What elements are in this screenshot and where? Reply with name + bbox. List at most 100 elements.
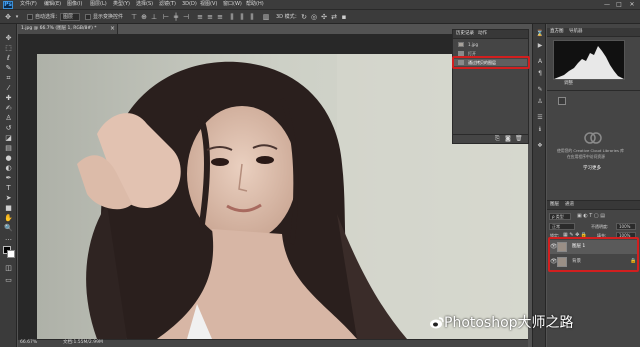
clone-source-icon[interactable]: ♙ [536, 98, 544, 106]
brush-icon[interactable]: ✍ [4, 104, 13, 113]
trash-icon[interactable]: 🗑 [515, 136, 523, 142]
tab-navigator[interactable]: 导航器 [569, 29, 583, 35]
show-transform-checkbox[interactable] [85, 14, 91, 20]
history-panel-icon[interactable]: ⌛ [536, 30, 544, 38]
dodge-icon[interactable]: ◐ [4, 164, 13, 173]
menu-filter[interactable]: 滤镜(T) [159, 2, 176, 7]
menu-help[interactable]: 帮助(H) [246, 2, 264, 7]
lasso-icon[interactable]: ℓ [4, 54, 13, 63]
history-snapshot-row[interactable]: 1.jpg [454, 41, 527, 48]
3d-roll-icon[interactable]: ◎ [310, 13, 318, 21]
info-icon[interactable]: ℹ [536, 126, 544, 134]
mode-3d-label: 3D 模式： [276, 14, 300, 20]
document-tab-title: 1.jpg @ 66.7% (图层 1, RGB/8#) * [21, 26, 97, 31]
distribute-top-icon[interactable]: ≡ [196, 13, 204, 21]
distribute-center-icon[interactable]: ⫼ [238, 13, 246, 21]
healing-brush-icon[interactable]: ✚ [4, 94, 13, 103]
menu-bar: Ps 文件(F) 编辑(E) 图像(I) 图层(L) 类型(Y) 选择(S) 滤… [0, 0, 640, 10]
layer-filter-label: ρ 类型 [552, 214, 564, 219]
histogram-curve [554, 46, 624, 79]
menu-select[interactable]: 选择(S) [136, 2, 153, 7]
tab-layers[interactable]: 图层 [550, 202, 559, 208]
menu-type[interactable]: 类型(Y) [113, 2, 130, 7]
distribute-left-icon[interactable]: ⫼ [228, 13, 236, 21]
blend-mode-value: 正常 [552, 224, 560, 229]
type-icon[interactable]: T [4, 184, 13, 193]
crop-icon[interactable]: ⌗ [4, 74, 13, 83]
3d-rotate-icon[interactable]: ↻ [300, 13, 308, 21]
filter-icons[interactable]: ▣ ◐ T ▢ ▤ [577, 214, 605, 219]
clone-stamp-icon[interactable]: ♙ [4, 114, 13, 123]
zoom-icon[interactable]: 🔍 [4, 224, 13, 233]
align-left-icon[interactable]: ⊢ [162, 13, 170, 21]
auto-select-dropdown[interactable]: 图层 [60, 13, 80, 21]
minimize-button[interactable]: — [602, 1, 612, 9]
tab-history[interactable]: 历史记录 [456, 31, 474, 37]
auto-align-icon[interactable]: ▥ [262, 13, 270, 21]
align-bottom-icon[interactable]: ⊥ [150, 13, 158, 21]
tab-channels[interactable]: 通道 [565, 202, 574, 208]
histogram-tabs: 直方图 导航器 [547, 28, 640, 37]
menu-file[interactable]: 文件(F) [20, 2, 37, 7]
auto-select-checkbox[interactable] [27, 14, 33, 20]
tab-actions[interactable]: 动作 [478, 31, 487, 37]
auto-select-label: 自动选择： [35, 14, 61, 20]
hand-icon[interactable]: ✋ [4, 214, 13, 223]
new-document-icon[interactable]: ⎘ [495, 136, 500, 142]
tab-histogram[interactable]: 直方图 [550, 29, 564, 35]
3d-scale-icon[interactable]: ▪ [340, 13, 348, 21]
align-middle-icon[interactable]: ⊕ [140, 13, 148, 21]
align-top-icon[interactable]: ⊤ [130, 13, 138, 21]
align-center-icon[interactable]: ╪ [172, 13, 180, 21]
gradient-icon[interactable]: ▤ [4, 144, 13, 153]
close-button[interactable]: ✕ [627, 1, 637, 9]
screen-mode-icon[interactable]: ▭ [4, 276, 13, 285]
history-brush-icon[interactable]: ↺ [4, 124, 13, 133]
rectangle-icon[interactable]: ■ [4, 204, 13, 213]
pen-icon[interactable]: ✒ [4, 174, 13, 183]
blur-icon[interactable]: ● [4, 154, 13, 163]
3d-drag-icon[interactable]: ✣ [320, 13, 328, 21]
layer-filter-dropdown[interactable]: ρ 类型 [549, 213, 571, 220]
libraries-icon[interactable]: ❖ [536, 142, 544, 150]
menu-image[interactable]: 图像(I) [67, 2, 82, 7]
camera-icon[interactable]: ◙ [505, 136, 511, 142]
more-tools-icon[interactable]: … [4, 234, 13, 243]
3d-slide-icon[interactable]: ⇄ [330, 13, 338, 21]
move-icon[interactable]: ✥ [4, 34, 13, 43]
text-panel-icon[interactable]: A [536, 58, 544, 66]
chevron-down-icon[interactable]: ▾ [13, 13, 21, 21]
eraser-icon[interactable]: ◪ [4, 134, 13, 143]
highlight-box [548, 237, 639, 272]
menu-window[interactable]: 窗口(W) [223, 2, 242, 7]
learn-more-button[interactable]: 学习更多 [583, 166, 601, 172]
quick-select-icon[interactable]: ✎ [4, 64, 13, 73]
opacity-input[interactable]: 100% [616, 223, 636, 230]
brush-panel-icon[interactable]: ✎ [536, 86, 544, 94]
distribute-middle-icon[interactable]: ≡ [206, 13, 214, 21]
marquee-icon[interactable]: ⬚ [4, 44, 13, 53]
move-tool-icon[interactable]: ✥ [4, 13, 12, 21]
opacity-label: 不透明度: [591, 224, 609, 229]
maximize-button[interactable]: □ [614, 1, 624, 9]
document-tab[interactable]: 1.jpg @ 66.7% (图层 1, RGB/8#) * × [18, 24, 118, 34]
menu-layer[interactable]: 图层(L) [90, 2, 107, 7]
paragraph-panel-icon[interactable]: ¶ [536, 70, 544, 78]
menu-3d[interactable]: 3D(D) [182, 2, 197, 7]
properties-icon[interactable]: ☰ [536, 114, 544, 122]
blend-mode-dropdown[interactable]: 正常 [549, 223, 575, 230]
path-select-icon[interactable]: ➤ [4, 194, 13, 203]
library-dropdown[interactable] [558, 97, 566, 105]
eyedropper-icon[interactable]: ⁄ [4, 84, 13, 93]
background-color-swatch[interactable] [7, 250, 15, 258]
menu-edit[interactable]: 编辑(E) [44, 2, 61, 7]
play-icon[interactable]: ▶ [536, 42, 544, 50]
distribute-right-icon[interactable]: ⫼ [248, 13, 256, 21]
status-bar: 66.67% 文档:1.55M/2.99M [18, 339, 528, 347]
zoom-level[interactable]: 66.67% [20, 340, 37, 346]
document-close-icon[interactable]: × [110, 26, 115, 32]
align-right-icon[interactable]: ⊣ [182, 13, 190, 21]
quick-mask-icon[interactable]: ◫ [4, 264, 13, 273]
distribute-bottom-icon[interactable]: ≡ [216, 13, 224, 21]
menu-view[interactable]: 视图(V) [200, 2, 217, 7]
